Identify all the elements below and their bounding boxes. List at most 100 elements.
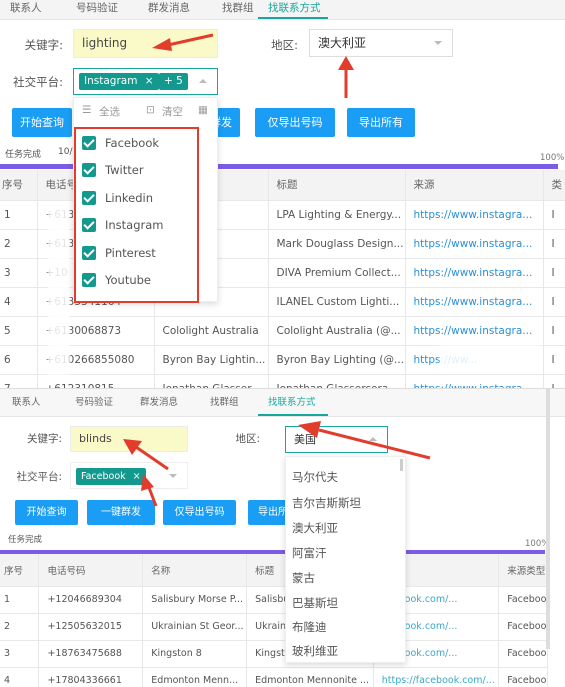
task-status: 任务完成 — [5, 150, 42, 160]
annotation-arrow — [338, 56, 354, 98]
cell-phone: +18763475688 — [38, 639, 144, 667]
region-option[interactable]: 阿富汗 — [292, 545, 327, 561]
region-option[interactable]: 蒙古 — [292, 570, 315, 586]
region-option[interactable]: 布隆迪 — [292, 619, 327, 635]
tab-broadcast[interactable]: 群发消息 — [140, 389, 178, 416]
region-value: 澳大利亚 — [318, 36, 367, 50]
cell-index: 1 — [0, 585, 40, 613]
cell-source[interactable]: https://www.instagra... — [405, 228, 544, 258]
region-option[interactable]: 吉尔吉斯斯坦 — [292, 495, 361, 511]
keyword-label: 关键字: — [24, 38, 63, 52]
col-header-phone[interactable]: 电话号码 — [38, 554, 144, 586]
platform-select[interactable]: Facebook × — [70, 462, 188, 489]
tab-bar: 联系人 号码验证 群发消息 找群组 找联系方式 — [0, 389, 565, 417]
start-query-button[interactable]: 开始查询 — [15, 500, 78, 525]
platform-label: 社交平台: — [13, 75, 63, 89]
col-header-name[interactable]: 名称 — [142, 554, 248, 586]
cell-source-type: I — [543, 257, 565, 287]
cell-index: 3 — [0, 639, 40, 667]
col-header-title[interactable]: 标题 — [268, 170, 406, 200]
chevron-down-icon — [434, 41, 442, 45]
cell-source[interactable]: https://www.instagra... — [405, 199, 544, 229]
keyword-input[interactable]: blinds — [70, 426, 188, 452]
cell-index: 4 — [0, 666, 40, 687]
col-header-index[interactable]: 序号 — [0, 170, 38, 200]
region-option[interactable]: 澳大利亚 — [292, 520, 338, 536]
cell-index: 1 — [0, 199, 38, 229]
cell-source-type: I — [543, 373, 565, 388]
cell-phone: +12046689304 — [38, 585, 144, 613]
tab-number-verify[interactable]: 号码验证 — [75, 389, 113, 416]
region-option[interactable]: 马尔代夫 — [292, 469, 338, 485]
cell-name: Jonathan Glasser... — [154, 373, 269, 388]
cell-source[interactable]: https://www.instagra... — [405, 286, 544, 316]
cell-index: 4 — [0, 286, 38, 316]
table-row[interactable]: 7+612310815Jonathan Glasser...Jonathan G… — [0, 373, 565, 388]
tab-find-groups[interactable]: 找群组 — [222, 0, 254, 19]
region-option[interactable]: 玻利维亚 — [292, 643, 338, 659]
cell-phone: +17804336661 — [38, 666, 144, 687]
export-all-button[interactable]: 导出所有 — [347, 108, 415, 137]
cell-source[interactable]: https://www.instagra... — [405, 315, 544, 345]
cell-name: Kingston 8 — [142, 639, 248, 667]
select-all-icon[interactable]: ☰ — [82, 104, 91, 116]
panel-australia-lighting: 联系人 号码验证 群发消息 找群组 找联系方式 关键字: lighting 地区… — [0, 0, 565, 388]
grid-icon[interactable]: ▦ — [198, 104, 208, 116]
clear-button[interactable]: 清空 — [162, 104, 183, 119]
cell-title: Edmonton Mennonite ... — [246, 666, 374, 687]
region-option[interactable]: 巴基斯坦 — [292, 595, 338, 611]
task-status: 任务完成 — [8, 535, 43, 545]
cell-source-type: I — [543, 228, 565, 258]
col-header-source[interactable]: 来源 — [405, 170, 544, 200]
cell-phone: +612310815 — [37, 373, 155, 388]
platform-select[interactable]: Instagram × + 5 — [73, 68, 218, 95]
col-header-index[interactable]: 序号 — [0, 554, 40, 586]
cell-source[interactable]: https://www.instagra... — [405, 257, 544, 287]
tab-contacts[interactable]: 联系人 — [10, 0, 42, 19]
table-row[interactable]: 1 +12046689304 Salisbury Morse P... Salisbu… — [0, 585, 548, 613]
table-row[interactable]: 3 +18763475688 Kingston 8 Kingst acebook.com… — [0, 639, 548, 667]
table-row[interactable]: 5 +6130068873 Cololight Australia Cololight… — [0, 315, 565, 345]
select-all-button[interactable]: 全选 — [99, 104, 120, 119]
region-select[interactable]: 澳大利亚 — [309, 29, 453, 57]
dropdown-toolbar: ☰ 全选 ⊡ 清空 ▦ — [74, 98, 217, 124]
cell-name: Cololight Australia — [154, 315, 269, 345]
cell-index: 2 — [0, 228, 38, 258]
start-query-button[interactable]: 开始查询 — [12, 108, 72, 137]
cell-title: DIVA Premium Collect... — [268, 257, 406, 287]
cell-title: Byron Bay Lighting (@... — [268, 344, 406, 374]
tab-find-contacts[interactable]: 找联系方式 — [258, 389, 328, 416]
tab-number-verify[interactable]: 号码验证 — [76, 0, 118, 19]
cell-index: 5 — [0, 315, 38, 345]
table-row[interactable]: 4 +17804336661 Edmonton Menn... Edmonton Me… — [0, 666, 548, 687]
cell-name: Edmonton Menn... — [142, 666, 248, 687]
redaction-mask — [48, 205, 70, 375]
tab-find-contacts[interactable]: 找联系方式 — [258, 0, 328, 19]
cell-source-type: I — [543, 286, 565, 316]
table-row[interactable]: 2 +12505632015 Ukrainian St Geor... Ukrain a… — [0, 612, 548, 640]
tag-close-icon[interactable]: × — [145, 75, 154, 87]
col-header-source-type[interactable]: 来源类型 — [498, 554, 548, 586]
vertical-scrollbar[interactable] — [546, 389, 550, 649]
tab-broadcast[interactable]: 群发消息 — [148, 0, 190, 19]
col-header-type[interactable]: 类 — [543, 170, 565, 200]
cell-source-type: Faceboo — [498, 585, 548, 613]
progress-label: 100% — [540, 153, 565, 163]
dropdown-scrollbar[interactable] — [400, 459, 403, 471]
keyword-input[interactable]: lighting — [73, 29, 218, 58]
region-dropdown: 马尔代夫 吉尔吉斯斯坦 澳大利亚 阿富汗 蒙古 巴基斯坦 布隆迪 玻利维亚 — [285, 456, 406, 663]
panel-usa-blinds: 联系人 号码验证 群发消息 找群组 找联系方式 关键字: blinds 地区: … — [0, 388, 565, 687]
export-numbers-button[interactable]: 仅导出号码 — [163, 500, 236, 525]
broadcast-button[interactable]: 一键群发 — [87, 500, 155, 525]
cell-title: Cololight Australia (@... — [268, 315, 406, 345]
region-select[interactable]: 美国 — [285, 426, 388, 453]
cell-source[interactable]: https://facebook.com/... — [373, 666, 500, 687]
cell-source[interactable]: https://www.instagra... — [405, 373, 544, 388]
clear-icon[interactable]: ⊡ — [146, 104, 155, 116]
tab-contacts[interactable]: 联系人 — [12, 389, 41, 416]
cell-title: Jonathan Glassercera... — [268, 373, 406, 388]
tab-find-groups[interactable]: 找群组 — [210, 389, 239, 416]
tag-close-icon[interactable]: × — [133, 471, 141, 482]
export-numbers-button[interactable]: 仅导出号码 — [255, 108, 335, 137]
cell-index: 6 — [0, 344, 38, 374]
